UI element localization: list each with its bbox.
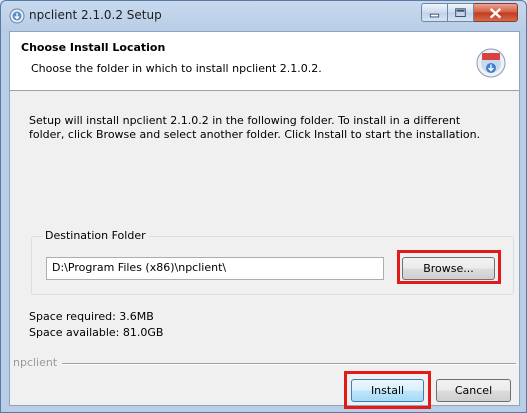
page-header: Choose Install Location Choose the folde… — [10, 32, 519, 91]
close-icon — [489, 8, 502, 19]
cancel-button[interactable]: Cancel — [436, 379, 511, 402]
installer-window: npclient 2.1.0.2 Setup Choose Install Lo… — [0, 0, 527, 413]
page-subtitle: Choose the folder in which to install np… — [31, 62, 322, 75]
setup-app-icon — [9, 8, 25, 24]
space-available-text: Space available: 81.0GB — [29, 326, 164, 339]
installer-client-area: Choose Install Location Choose the folde… — [9, 31, 520, 409]
intro-text: Setup will install npclient 2.1.0.2 in t… — [29, 114, 481, 141]
page-title: Choose Install Location — [21, 41, 166, 54]
close-button[interactable] — [474, 3, 518, 22]
install-disc-icon — [476, 48, 506, 78]
window-title: npclient 2.1.0.2 Setup — [29, 8, 162, 22]
maximize-icon — [455, 8, 466, 17]
footer-divider — [62, 363, 516, 364]
destination-folder-input[interactable]: D:\Program Files (x86)\npclient\ — [46, 257, 384, 280]
maximize-button[interactable] — [448, 3, 474, 22]
brand-label: npclient — [13, 356, 58, 369]
destination-folder-label: Destination Folder — [42, 229, 149, 242]
minimize-button[interactable] — [421, 3, 448, 22]
destination-folder-group: Destination Folder D:\Program Files (x86… — [31, 229, 514, 295]
install-button[interactable]: Install — [351, 379, 424, 402]
minimize-icon — [429, 13, 440, 18]
title-bar[interactable]: npclient 2.1.0.2 Setup — [1, 1, 526, 31]
browse-button[interactable]: Browse... — [402, 257, 495, 280]
space-required-text: Space required: 3.6MB — [29, 310, 154, 323]
